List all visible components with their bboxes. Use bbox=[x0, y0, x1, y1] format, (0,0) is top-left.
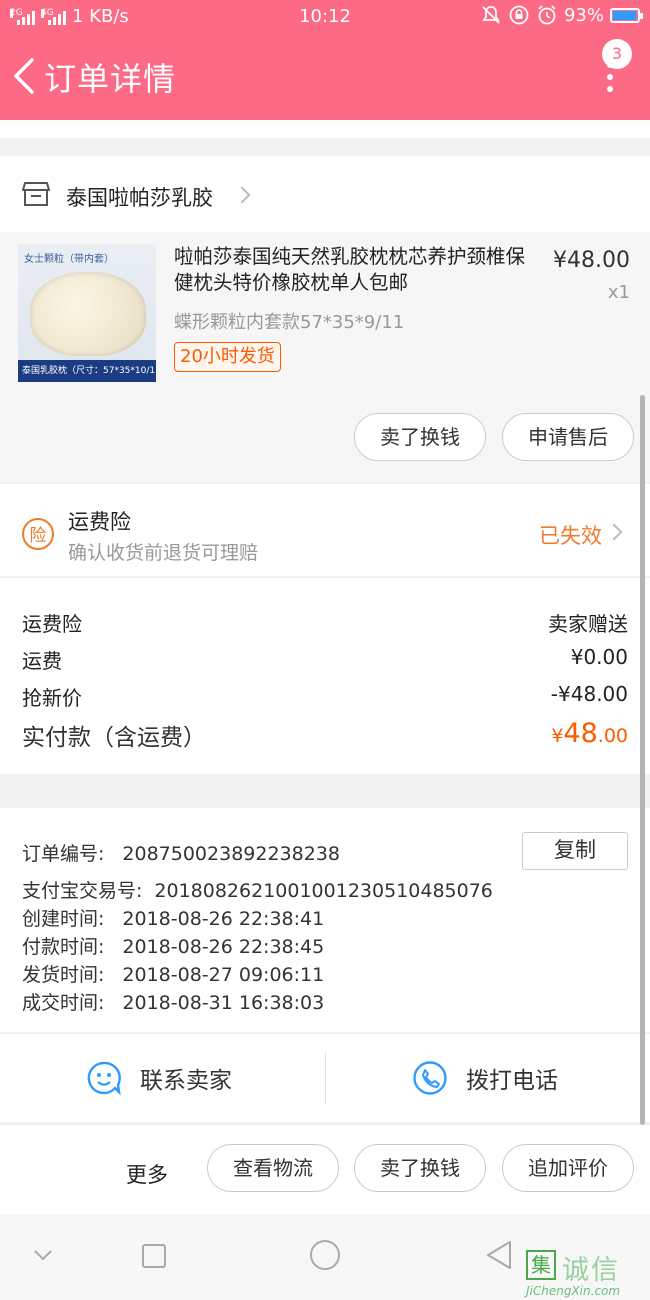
page-title: 订单详情 bbox=[44, 60, 177, 98]
shipped-label: 发货时间: bbox=[22, 964, 105, 986]
home-icon[interactable] bbox=[308, 1238, 342, 1272]
contact-seller-button[interactable]: 联系卖家 bbox=[86, 1034, 232, 1122]
battery-percent: 93% bbox=[563, 4, 604, 26]
product-sku: 蝶形颗粒内套款57*35*9/11 bbox=[174, 312, 405, 333]
call-phone-button[interactable]: 拨打电话 bbox=[412, 1034, 558, 1122]
fee-row-shipping: 运费 ¥0.00 bbox=[22, 645, 628, 674]
order-number-row: 订单编号: 208750023892238238 bbox=[22, 839, 340, 866]
lock-rotation-icon bbox=[509, 5, 529, 25]
total-label: 实付款（含运费） bbox=[22, 725, 206, 751]
watermark-url: JiChengXin.com bbox=[526, 1284, 621, 1298]
insurance-icon: 险 bbox=[22, 518, 54, 550]
created-row: 创建时间: 2018-08-26 22:38:41 bbox=[22, 904, 324, 931]
shop-row[interactable]: 泰国啦帕莎乳胶 bbox=[0, 156, 650, 232]
shipping-insurance-row[interactable]: 险 运费险 确认收货前退货可理赔 已失效 bbox=[0, 484, 650, 576]
phone-icon bbox=[413, 1061, 447, 1095]
fee-row-discount: 抢新价 -¥48.00 bbox=[22, 682, 628, 711]
alipay-label: 支付宝交易号: bbox=[22, 880, 143, 902]
order-number: 208750023892238238 bbox=[122, 843, 340, 865]
after-sale-button[interactable]: 申请售后 bbox=[502, 413, 634, 461]
product-quantity: x1 bbox=[607, 282, 630, 303]
paid-label: 付款时间: bbox=[22, 936, 105, 958]
order-number-label: 订单编号: bbox=[22, 843, 105, 865]
chat-face-icon bbox=[87, 1061, 121, 1096]
contact-divider bbox=[325, 1052, 326, 1104]
scrollbar[interactable] bbox=[640, 395, 645, 1125]
sell-again-button[interactable]: 卖了换钱 bbox=[354, 1144, 486, 1192]
watermark-mark: 集 bbox=[526, 1250, 556, 1280]
total-integer: 48 bbox=[563, 718, 598, 749]
alarm-icon bbox=[538, 5, 556, 25]
shop-name: 泰国啦帕莎乳胶 bbox=[66, 186, 213, 210]
image-label-bottom: 泰国乳胶枕（尺寸：57*35*10/11cm） bbox=[18, 360, 156, 382]
chevron-right-icon bbox=[233, 186, 251, 204]
add-review-button[interactable]: 追加评价 bbox=[502, 1144, 634, 1192]
contact-section: 联系卖家 拨打电话 bbox=[0, 1033, 650, 1122]
product-title[interactable]: 啦帕莎泰国纯天然乳胶枕枕芯养护颈椎保健枕头特价橡胶枕单人包邮 bbox=[174, 244, 534, 296]
image-label-top: 女士颗粒（带内套） bbox=[24, 254, 114, 265]
insurance-title: 运费险 bbox=[68, 510, 131, 534]
created-label: 创建时间: bbox=[22, 908, 105, 930]
product-card[interactable]: 女士颗粒（带内套） 泰国乳胶枕（尺寸：57*35*10/11cm） 啦帕莎泰国纯… bbox=[0, 232, 650, 482]
watermark-text: 诚信 bbox=[562, 1255, 620, 1286]
insurance-description: 确认收货前退货可理赔 bbox=[68, 542, 259, 564]
copy-button[interactable]: 复制 bbox=[522, 832, 628, 870]
chevron-right-icon bbox=[605, 523, 623, 541]
call-phone-label: 拨打电话 bbox=[466, 1068, 558, 1094]
view-logistics-button[interactable]: 查看物流 bbox=[207, 1144, 339, 1192]
back-triangle-icon[interactable] bbox=[484, 1239, 514, 1271]
bell-muted-icon bbox=[482, 6, 500, 24]
footer-actions: 更多 查看物流 卖了换钱 追加评价 bbox=[0, 1124, 650, 1215]
store-icon bbox=[22, 182, 50, 206]
total-decimal: .00 bbox=[597, 725, 628, 747]
shipped-time: 2018-08-27 09:06:11 bbox=[122, 964, 325, 986]
total-currency: ¥ bbox=[551, 725, 564, 747]
fee-row-insurance: 运费险 卖家赠送 bbox=[22, 608, 628, 637]
insurance-status: 已失效 bbox=[539, 524, 602, 548]
product-image[interactable]: 女士颗粒（带内套） 泰国乳胶枕（尺寸：57*35*10/11cm） bbox=[18, 244, 156, 382]
battery-icon bbox=[610, 7, 643, 23]
fee-row-total: 实付款（含运费） ¥48.00 bbox=[22, 718, 628, 752]
fee-value: ¥0.00 bbox=[570, 645, 628, 669]
fee-label: 运费 bbox=[22, 649, 62, 673]
shipping-tag: 20小时发货 bbox=[174, 342, 281, 372]
alipay-number: 2018082621001001230510485076 bbox=[154, 880, 493, 902]
done-row: 成交时间: 2018-08-31 16:38:03 bbox=[22, 988, 324, 1015]
fee-label: 抢新价 bbox=[22, 686, 82, 710]
message-count-badge: 3 bbox=[602, 39, 632, 69]
contact-seller-label: 联系卖家 bbox=[140, 1068, 232, 1094]
more-button[interactable]: 更多 bbox=[126, 1159, 168, 1189]
fee-label: 运费险 bbox=[22, 612, 82, 636]
back-arrow-icon[interactable] bbox=[10, 56, 40, 96]
alipay-row: 支付宝交易号: 2018082621001001230510485076 bbox=[22, 876, 493, 903]
header-spacer bbox=[0, 120, 650, 138]
chevron-down-icon[interactable] bbox=[30, 1242, 56, 1268]
order-info-section: 订单编号: 208750023892238238 复制 支付宝交易号: 201808… bbox=[0, 808, 650, 1032]
status-bar: 2G 4G 1 KB/s 10:12 93% bbox=[0, 0, 650, 34]
fee-value: 卖家赠送 bbox=[548, 612, 628, 636]
product-price: ¥48.00 bbox=[553, 248, 630, 273]
recent-apps-icon[interactable] bbox=[140, 1242, 168, 1270]
watermark-logo: 集 诚信 JiChengXin.com bbox=[526, 1248, 646, 1300]
sell-button[interactable]: 卖了换钱 bbox=[354, 413, 486, 461]
fee-value: -¥48.00 bbox=[550, 682, 628, 706]
done-time: 2018-08-31 16:38:03 bbox=[122, 992, 325, 1014]
created-time: 2018-08-26 22:38:41 bbox=[122, 908, 325, 930]
total-amount: ¥48.00 bbox=[551, 718, 628, 749]
paid-row: 付款时间: 2018-08-26 22:38:45 bbox=[22, 932, 324, 959]
shipped-row: 发货时间: 2018-08-27 09:06:11 bbox=[22, 960, 324, 987]
top-app-bar: 订单详情 3 bbox=[0, 34, 650, 120]
paid-time: 2018-08-26 22:38:45 bbox=[122, 936, 325, 958]
fees-section: 运费险 卖家赠送 运费 ¥0.00 抢新价 -¥48.00 实付款（含运费） ¥… bbox=[0, 577, 650, 774]
pillow-picture bbox=[30, 272, 146, 356]
done-label: 成交时间: bbox=[22, 992, 105, 1014]
